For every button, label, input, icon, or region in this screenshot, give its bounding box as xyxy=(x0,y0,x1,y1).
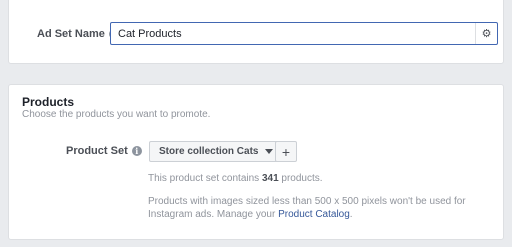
product-catalog-link[interactable]: Product Catalog xyxy=(278,209,350,220)
ad-set-name-label: Ad Set Name xyxy=(37,28,105,40)
product-count-value: 341 xyxy=(261,173,279,184)
ad-set-name-label-row: Ad Set Name i xyxy=(37,28,119,40)
ad-set-name-field: ⚙ xyxy=(110,22,498,45)
caret-down-icon xyxy=(265,149,274,154)
info-icon[interactable]: i xyxy=(131,146,142,156)
ad-set-name-input[interactable] xyxy=(111,23,475,44)
image-size-note: Products with images sized less than 500… xyxy=(148,196,466,220)
product-set-dropdown[interactable]: Store collection Cats xyxy=(149,141,284,162)
product-set-selected: Store collection Cats xyxy=(159,146,259,157)
products-card: Products Choose the products you want to… xyxy=(8,84,504,240)
product-set-label-row: Product Set i xyxy=(66,145,142,157)
products-title: Products xyxy=(22,95,75,109)
products-subtitle: Choose the products you want to promote. xyxy=(22,109,211,120)
ad-set-name-card: Ad Set Name i ⚙ xyxy=(8,0,504,64)
plus-icon: + xyxy=(281,143,291,160)
add-product-set-button[interactable]: + xyxy=(275,141,297,162)
product-set-label: Product Set xyxy=(66,145,128,157)
gear-icon: ⚙ xyxy=(481,28,492,40)
product-count-text: This product set contains 341 products. xyxy=(148,173,323,184)
settings-button[interactable]: ⚙ xyxy=(475,23,497,44)
